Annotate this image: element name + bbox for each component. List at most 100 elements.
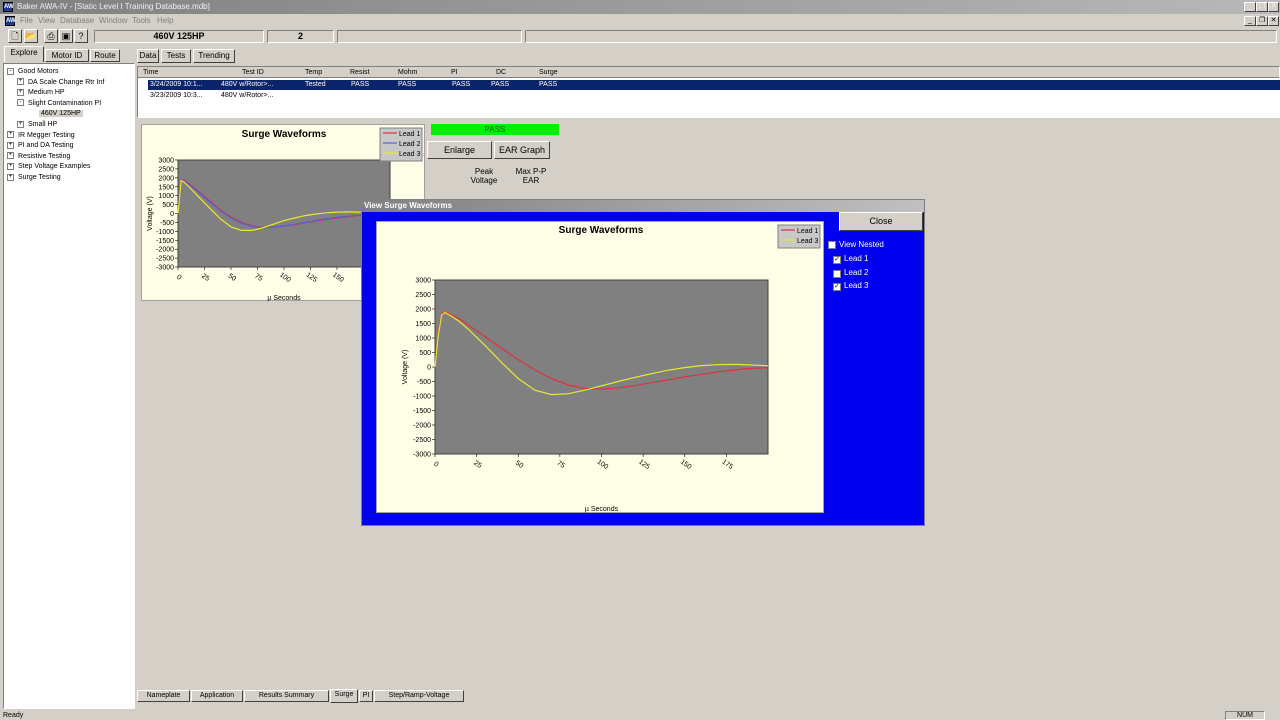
expand-plus-icon[interactable]: + xyxy=(7,131,14,139)
column-header[interactable]: Test ID xyxy=(242,69,264,76)
column-header[interactable]: Temp xyxy=(305,69,322,76)
menu-view[interactable]: View xyxy=(38,16,55,25)
tab-results-summary[interactable]: Results Summary xyxy=(244,690,329,702)
x-axis-label: µ Seconds xyxy=(267,295,301,302)
tab-application[interactable]: Application xyxy=(191,690,243,702)
dialog-title: View Surge Waveforms xyxy=(362,200,924,212)
expand-plus-icon[interactable]: + xyxy=(7,173,14,181)
tab-nameplate[interactable]: Nameplate xyxy=(137,690,190,702)
max-pp-ear-label: Max P-P EAR xyxy=(515,167,547,185)
print-icon[interactable]: ⎙ xyxy=(44,29,58,43)
tab-surge[interactable]: Surge xyxy=(330,689,358,703)
chart-title: Surge Waveforms xyxy=(559,225,644,236)
y-tick-label: -3000 xyxy=(413,452,431,459)
x-tick-label: 125 xyxy=(305,272,319,284)
tree-item[interactable]: + Surge Testing xyxy=(7,173,63,183)
lead-3-checkbox[interactable]: ✓ xyxy=(833,283,841,291)
tree-item[interactable]: + Step Voltage Examples xyxy=(7,162,92,172)
menu-tools[interactable]: Tools xyxy=(132,16,151,25)
tree-item[interactable]: + DA Scale Change Rtr Inf xyxy=(17,78,106,88)
y-tick-label: -3000 xyxy=(156,265,174,272)
tab-route[interactable]: Route xyxy=(90,49,120,62)
tree-item[interactable]: + Small HP xyxy=(17,120,59,130)
collapse-minus-icon[interactable]: - xyxy=(7,67,14,75)
menu-file[interactable]: File xyxy=(20,16,33,25)
view-nested-label: View Nested xyxy=(839,240,884,249)
view-nested-checkbox[interactable] xyxy=(828,241,836,249)
menu-database[interactable]: Database xyxy=(60,16,94,25)
window-title: Baker AWA-IV - [Static Level I Training … xyxy=(17,2,210,11)
tab-explore[interactable]: Explore xyxy=(4,46,44,62)
expand-plus-icon[interactable]: + xyxy=(17,120,24,128)
mdi-restore-icon[interactable]: ❐ xyxy=(1256,16,1268,26)
tree-item[interactable]: + PI and DA Testing xyxy=(7,141,76,151)
tree-item[interactable]: 460V 125HP xyxy=(27,109,83,119)
column-header[interactable]: DC xyxy=(496,69,506,76)
new-file-icon[interactable]: 🗋 xyxy=(8,29,22,43)
tab-step-ramp-voltage[interactable]: Step/Ramp-Voltage xyxy=(374,690,464,702)
tab-tests[interactable]: Tests xyxy=(161,49,191,63)
x-tick-label: 0 xyxy=(432,461,439,469)
collapse-minus-icon[interactable]: - xyxy=(17,99,24,107)
y-tick-label: -2000 xyxy=(156,247,174,254)
restore-icon[interactable]: ❐ xyxy=(1256,2,1268,12)
tree-item-label: Small HP xyxy=(28,121,58,128)
column-header[interactable]: Surge xyxy=(539,69,558,76)
expand-plus-icon[interactable]: + xyxy=(7,152,14,160)
table-cell: 480V w/Rotor>... xyxy=(221,81,274,88)
tree-item-label: Surge Testing xyxy=(18,174,61,181)
expand-plus-icon[interactable]: + xyxy=(7,163,14,171)
close-icon[interactable]: ✕ xyxy=(1268,2,1279,12)
x-tick-label: 175 xyxy=(720,459,734,471)
tree-item[interactable]: + Medium HP xyxy=(17,88,67,98)
help-icon[interactable]: ? xyxy=(74,29,88,43)
tab-trending[interactable]: Trending xyxy=(193,49,235,63)
tree-item[interactable]: + Resistive Testing xyxy=(7,152,72,162)
y-tick-label: 2500 xyxy=(158,166,174,173)
document-icon[interactable]: AW xyxy=(5,16,16,26)
lead-2-checkbox[interactable] xyxy=(833,270,841,278)
y-tick-label: 3000 xyxy=(415,278,431,285)
mdi-minimize-icon[interactable]: _ xyxy=(1244,16,1256,26)
expand-plus-icon[interactable]: + xyxy=(7,141,14,149)
tab-pi[interactable]: PI xyxy=(359,690,373,702)
ear-graph-button[interactable]: EAR Graph xyxy=(494,141,550,159)
y-tick-label: -1000 xyxy=(156,229,174,236)
x-tick-label: 50 xyxy=(227,273,237,283)
column-header[interactable]: Resist xyxy=(350,69,369,76)
minimize-icon[interactable]: _ xyxy=(1244,2,1256,12)
y-tick-label: 500 xyxy=(419,350,431,357)
y-axis-label: Voltage (V) xyxy=(402,350,409,385)
legend-entry: Lead 1 xyxy=(797,228,819,235)
table-row[interactable]: 3/23/2009 10:3... 480V w/Rotor>... xyxy=(148,91,1280,101)
y-axis-label: Voltage (V) xyxy=(147,196,154,231)
column-header[interactable]: Mohm xyxy=(398,69,417,76)
x-tick-label: 0 xyxy=(175,274,182,282)
close-button[interactable]: Close xyxy=(839,212,923,231)
mdi-close-icon[interactable]: ✕ xyxy=(1268,16,1279,26)
tab-motor-id[interactable]: Motor ID xyxy=(45,49,89,62)
report-icon[interactable]: ▣ xyxy=(59,29,73,43)
legend-entry: Lead 3 xyxy=(797,238,819,245)
tab-data[interactable]: Data xyxy=(137,49,159,63)
tree-item-label: PI and DA Testing xyxy=(18,142,74,150)
tree-item[interactable]: + IR Megger Testing xyxy=(7,131,77,141)
column-header[interactable]: Time xyxy=(143,69,158,76)
tree-item[interactable]: - Slight Contamination PI xyxy=(17,99,103,109)
menu-window[interactable]: Window xyxy=(99,16,127,25)
menu-help[interactable]: Help xyxy=(157,16,173,25)
y-tick-label: 1500 xyxy=(415,321,431,328)
expand-plus-icon[interactable]: + xyxy=(17,78,24,86)
enlarge-button[interactable]: Enlarge xyxy=(427,141,492,159)
surge-chart-enlarged[interactable]: Surge Waveforms 3000 2500 2000 1500 1000 500 0-… xyxy=(376,221,824,513)
expand-plus-icon[interactable]: + xyxy=(17,88,24,96)
table-row[interactable]: 3/24/2009 10:1... 480V w/Rotor>... Tested P… xyxy=(148,80,1280,90)
toolbar: 🗋 📂 ⎙ ▣ ? 460V 125HP 2 xyxy=(0,28,1280,45)
lead-1-checkbox[interactable]: ✓ xyxy=(833,256,841,264)
tree-item[interactable]: - Good Motors xyxy=(7,67,60,77)
chart-legend: Lead 1 Lead 2 Lead 3 xyxy=(379,127,423,162)
column-header[interactable]: PI xyxy=(451,69,458,76)
y-tick-label: 2000 xyxy=(158,175,174,182)
open-folder-icon[interactable]: 📂 xyxy=(24,29,38,43)
y-tick-label: 0 xyxy=(427,365,431,372)
